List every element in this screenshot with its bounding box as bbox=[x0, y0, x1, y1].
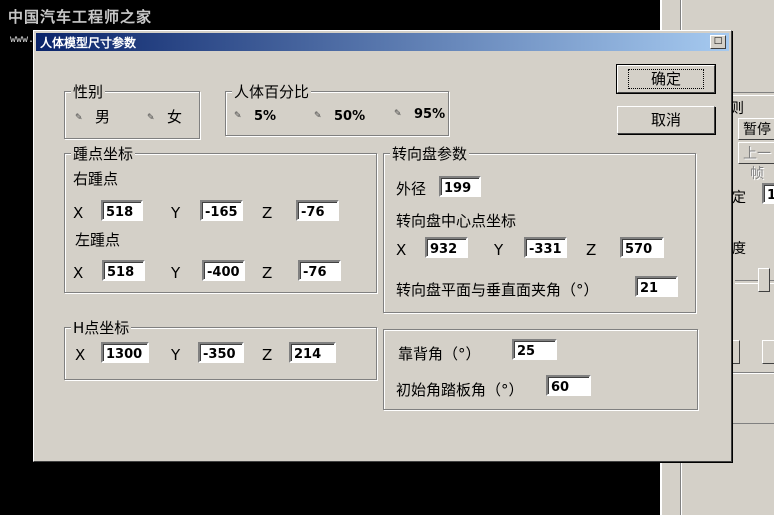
cancel-button[interactable]: 取消 bbox=[617, 106, 715, 134]
parameters-dialog: 人体模型尺寸参数 □ 性别 ✎ 男 ✎ 女 人体百分比 ✎ 5% ✎ 50% ✎ 95% … bbox=[33, 30, 732, 462]
percentile-group-label: 人体百分比 bbox=[232, 81, 312, 102]
h-point-x-label: X bbox=[75, 346, 86, 364]
right-heel-label: 右踵点 bbox=[73, 170, 119, 188]
steering-z-field[interactable]: 570 bbox=[620, 237, 664, 258]
pause-button[interactable]: 暂停 bbox=[738, 118, 774, 140]
pedal-angle-label: 初始角踏板角（°） bbox=[396, 381, 524, 399]
prev-frame-button[interactable]: 上一帧 bbox=[738, 142, 774, 182]
bg-slider-thumb[interactable] bbox=[758, 268, 770, 292]
gender-male-radio[interactable]: ✎ 男 bbox=[75, 106, 110, 127]
right-heel-z-label: Z bbox=[262, 204, 273, 222]
steering-angle-label: 转向盘平面与垂直面夹角（°） bbox=[396, 281, 599, 299]
left-heel-y-label: Y bbox=[171, 264, 181, 282]
h-point-z-label: Z bbox=[262, 346, 273, 364]
steering-y-field[interactable]: -331 bbox=[524, 237, 567, 258]
right-heel-x-label: X bbox=[73, 204, 84, 222]
radio-icon: ✎ bbox=[394, 108, 402, 119]
heel-point-group-label: 踵点坐标 bbox=[71, 143, 136, 164]
left-heel-z-label: Z bbox=[262, 264, 273, 282]
right-heel-z-field[interactable]: -76 bbox=[296, 200, 339, 221]
gender-female-radio[interactable]: ✎ 女 bbox=[147, 106, 182, 127]
gender-group-label: 性别 bbox=[71, 81, 106, 102]
bg-groupbox bbox=[730, 372, 774, 424]
steering-y-label: Y bbox=[494, 241, 504, 259]
radio-icon: ✎ bbox=[314, 110, 322, 121]
right-heel-y-field[interactable]: -165 bbox=[200, 200, 243, 221]
bg-button-edge-2[interactable] bbox=[762, 340, 774, 364]
steering-angle-field[interactable]: 21 bbox=[635, 276, 678, 297]
h-point-y-field[interactable]: -350 bbox=[198, 342, 244, 363]
h-point-x-field[interactable]: 1300 bbox=[101, 342, 149, 363]
watermark-text: 中国汽车工程师之家 bbox=[8, 8, 153, 26]
steering-wheel-group-label: 转向盘参数 bbox=[390, 143, 470, 164]
steering-z-label: Z bbox=[586, 241, 597, 259]
right-heel-y-label: Y bbox=[171, 204, 181, 222]
maximize-icon[interactable]: □ bbox=[710, 35, 726, 49]
ok-button-label: 确定 bbox=[627, 69, 704, 89]
bg-fix-label: 定 bbox=[732, 190, 746, 206]
ok-button[interactable]: 确定 bbox=[616, 64, 716, 94]
bg-frame-char: 则 bbox=[730, 101, 744, 117]
seat-angles-group: 靠背角（°） 25 初始角踏板角（°） 60 bbox=[383, 329, 698, 410]
gender-group: 性别 ✎ 男 ✎ 女 bbox=[64, 81, 200, 139]
left-heel-x-field[interactable]: 518 bbox=[102, 260, 145, 281]
percentile-95-label: 95% bbox=[414, 107, 446, 122]
gender-female-label: 女 bbox=[167, 108, 183, 126]
seatback-angle-field[interactable]: 25 bbox=[512, 339, 557, 360]
left-heel-z-field[interactable]: -76 bbox=[298, 260, 341, 281]
dialog-titlebar[interactable]: 人体模型尺寸参数 □ bbox=[36, 33, 729, 51]
left-heel-y-field[interactable]: -400 bbox=[202, 260, 245, 281]
pedal-angle-field[interactable]: 60 bbox=[546, 375, 591, 396]
right-heel-x-field[interactable]: 518 bbox=[101, 200, 143, 221]
percentile-50-label: 50% bbox=[334, 109, 366, 124]
percentile-95-radio[interactable]: ✎ 95% bbox=[394, 104, 445, 122]
h-point-group-label: H点坐标 bbox=[71, 317, 132, 338]
percentile-5-label: 5% bbox=[254, 109, 277, 124]
bg-divider bbox=[730, 92, 774, 96]
h-point-group: H点坐标 X 1300 Y -350 Z 214 bbox=[64, 317, 377, 380]
steering-center-label: 转向盘中心点坐标 bbox=[396, 212, 517, 230]
radio-icon: ✎ bbox=[147, 112, 155, 123]
h-point-z-field[interactable]: 214 bbox=[289, 342, 336, 363]
steering-diameter-label: 外径 bbox=[396, 180, 427, 198]
percentile-50-radio[interactable]: ✎ 50% bbox=[314, 106, 365, 124]
radio-icon: ✎ bbox=[234, 110, 242, 121]
steering-x-field[interactable]: 932 bbox=[425, 237, 468, 258]
h-point-y-label: Y bbox=[171, 346, 181, 364]
left-heel-label: 左踵点 bbox=[75, 231, 121, 249]
steering-x-label: X bbox=[396, 241, 407, 259]
gender-male-label: 男 bbox=[95, 108, 111, 126]
bg-degree-label: 度 bbox=[732, 241, 746, 257]
radio-icon: ✎ bbox=[75, 112, 83, 123]
percentile-5-radio[interactable]: ✎ 5% bbox=[234, 106, 276, 124]
steering-diameter-field[interactable]: 199 bbox=[439, 176, 481, 197]
heel-point-group: 踵点坐标 右踵点 X 518 Y -165 Z -76 左踵点 X 518 Y … bbox=[64, 143, 377, 293]
dialog-title: 人体模型尺寸参数 bbox=[40, 36, 137, 50]
bg-fix-field[interactable]: 1 bbox=[762, 183, 774, 204]
left-heel-x-label: X bbox=[73, 264, 84, 282]
seatback-angle-label: 靠背角（°） bbox=[398, 345, 481, 363]
percentile-group: 人体百分比 ✎ 5% ✎ 50% ✎ 95% bbox=[225, 81, 449, 136]
steering-wheel-group: 转向盘参数 外径 199 转向盘中心点坐标 X 932 Y -331 Z 570… bbox=[383, 143, 696, 313]
